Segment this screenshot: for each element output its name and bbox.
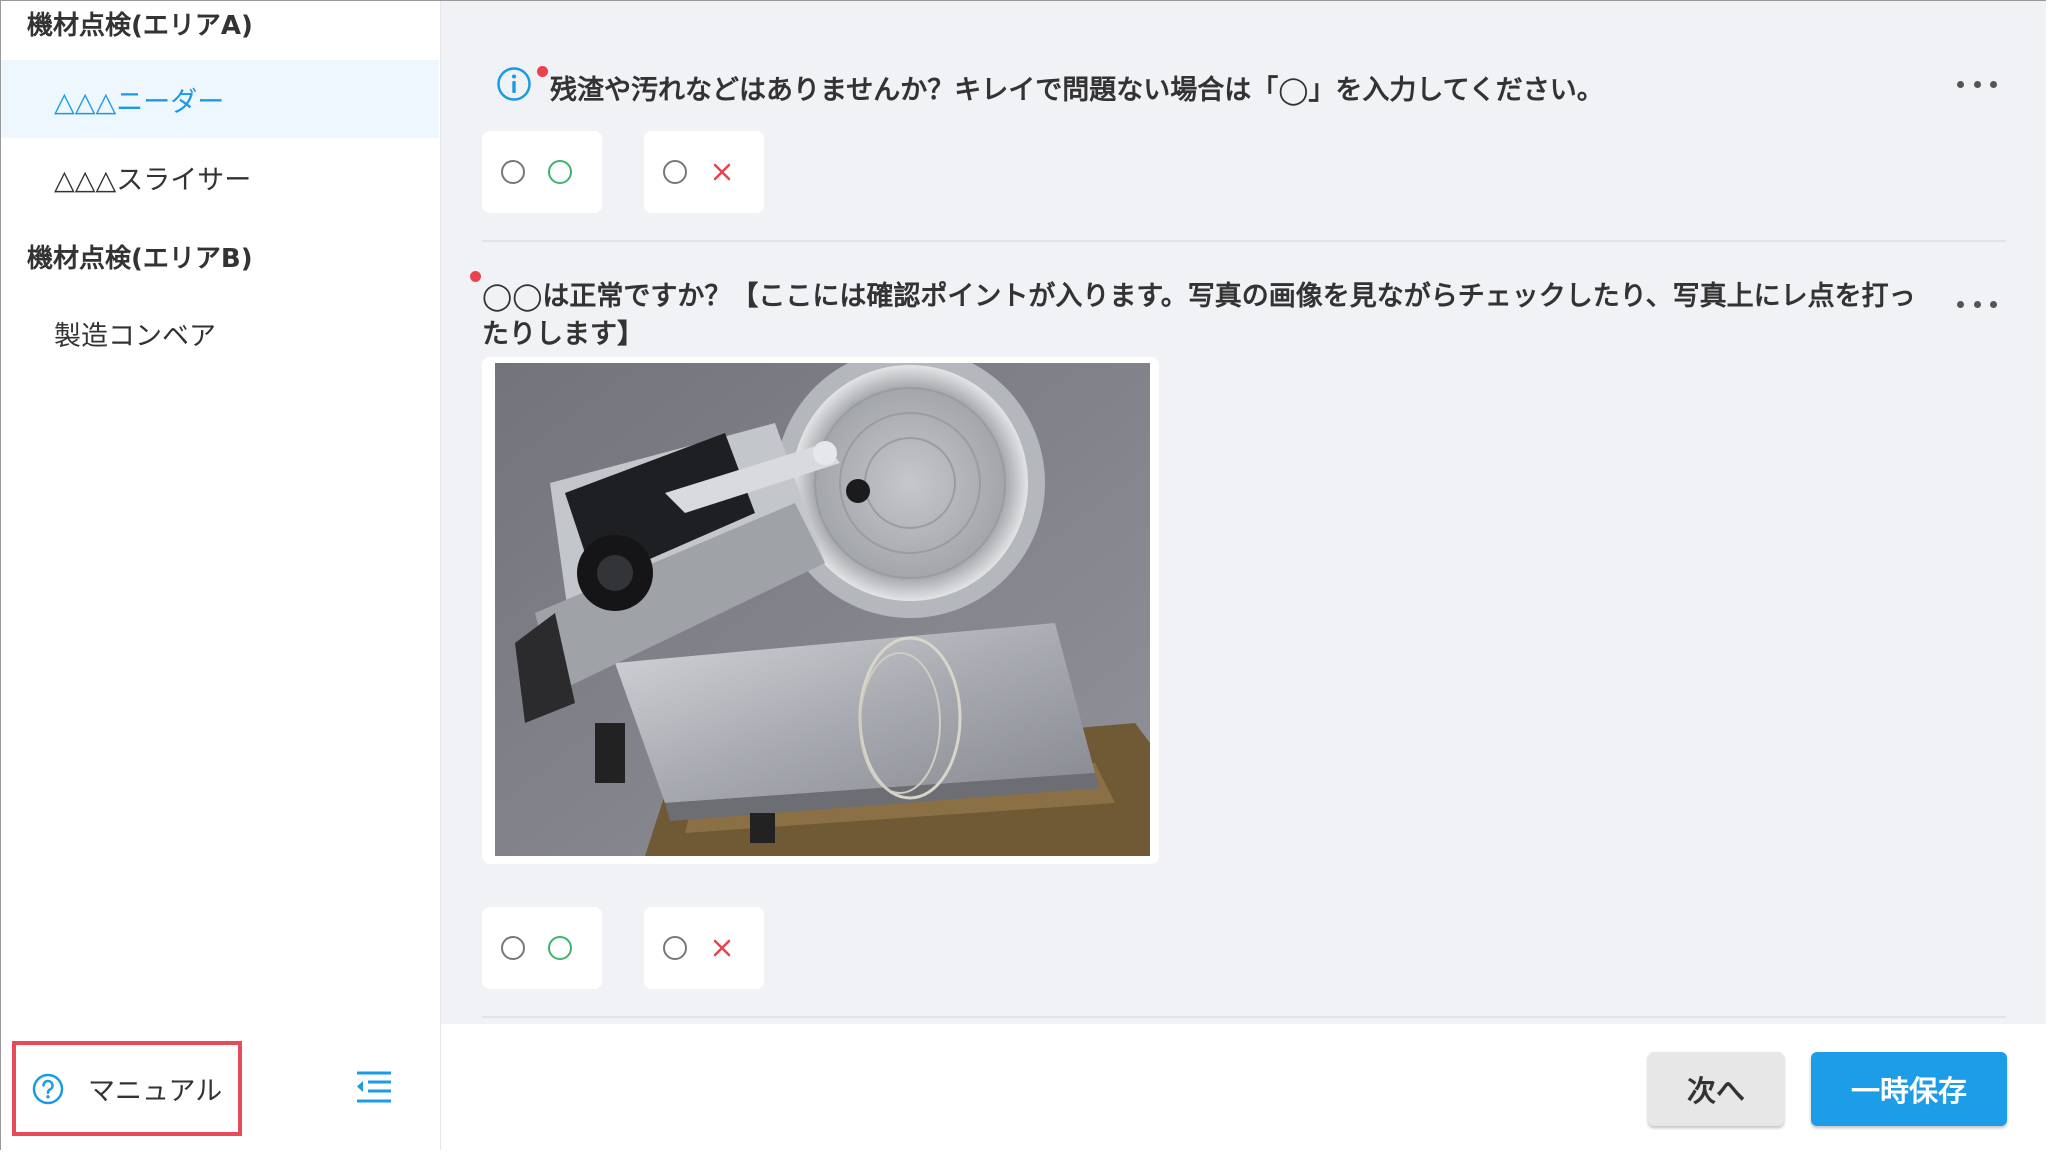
manual-button[interactable]: マニュアル bbox=[12, 1041, 242, 1136]
question-2-text-line1: ◯◯は正常ですか？【ここには確認ポイントが入ります。写真の画像を見ながらチェック… bbox=[482, 281, 1916, 312]
question-2-text-line2: たりします】 bbox=[482, 319, 644, 350]
save-draft-button[interactable]: 一時保存 bbox=[1811, 1052, 2007, 1126]
info-icon[interactable] bbox=[496, 66, 532, 102]
sidebar: 機材点検(エリアA) △△△ニーダー △△△スライサー 機材点検(エリアB) 製… bbox=[1, 1, 441, 1150]
photo-card bbox=[482, 357, 1159, 864]
choice-ng[interactable] bbox=[644, 131, 764, 213]
divider bbox=[482, 240, 2006, 242]
menu-collapse-icon bbox=[357, 1071, 391, 1103]
choice-ok[interactable] bbox=[482, 907, 602, 989]
circle-mark-icon bbox=[545, 933, 575, 963]
divider bbox=[482, 1016, 2006, 1018]
sidebar-item-slicer[interactable]: △△△スライサー bbox=[1, 138, 439, 216]
footer-bar bbox=[441, 1024, 2046, 1150]
required-indicator bbox=[470, 271, 481, 282]
radio-button[interactable] bbox=[501, 936, 525, 960]
radio-button[interactable] bbox=[501, 160, 525, 184]
cross-mark-icon bbox=[707, 157, 737, 187]
group-title-area-a: 機材点検(エリアA) bbox=[27, 11, 253, 41]
more-options-button[interactable] bbox=[1957, 294, 1997, 314]
meat-slicer-photo[interactable] bbox=[495, 363, 1150, 856]
choice-ng[interactable] bbox=[644, 907, 764, 989]
more-options-button[interactable] bbox=[1957, 74, 1997, 94]
radio-button[interactable] bbox=[663, 160, 687, 184]
sidebar-item-conveyor[interactable]: 製造コンベア bbox=[1, 294, 439, 372]
collapse-sidebar-button[interactable] bbox=[351, 1067, 395, 1107]
choice-ok[interactable] bbox=[482, 131, 602, 213]
next-button[interactable]: 次へ bbox=[1648, 1052, 1784, 1126]
group-title-area-b: 機材点検(エリアB) bbox=[27, 244, 253, 274]
required-indicator bbox=[537, 66, 548, 77]
cross-mark-icon bbox=[707, 933, 737, 963]
radio-button[interactable] bbox=[663, 936, 687, 960]
manual-label: マニュアル bbox=[88, 1076, 223, 1107]
circle-mark-icon bbox=[545, 157, 575, 187]
sidebar-item-kneader[interactable]: △△△ニーダー bbox=[1, 60, 439, 138]
question-1-text: 残渣や汚れなどはありませんか？キレイで問題ない場合は「◯」を入力してください。 bbox=[550, 75, 1604, 106]
help-icon bbox=[32, 1073, 64, 1105]
